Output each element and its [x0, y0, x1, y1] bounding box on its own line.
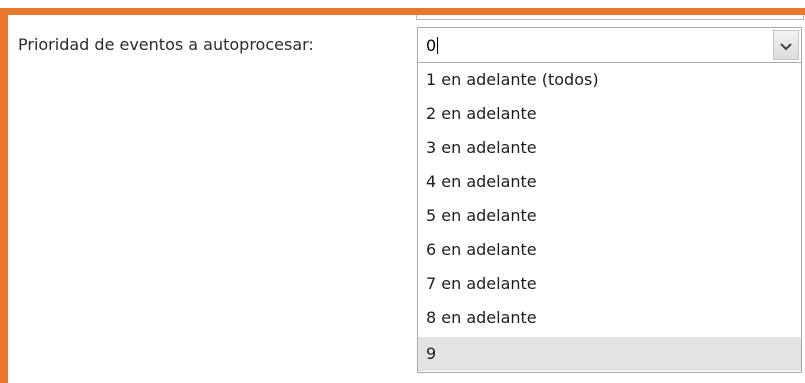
priority-options-list: 1 en adelante (todos) 2 en adelante 3 en…	[417, 63, 802, 373]
settings-panel: Prioridad de eventos a autoprocesar: 0 1…	[0, 0, 805, 383]
previous-field-edge	[416, 15, 804, 20]
option-2[interactable]: 2 en adelante	[418, 97, 801, 131]
option-5[interactable]: 5 en adelante	[418, 199, 801, 233]
panel-border-left	[0, 8, 8, 383]
option-9-highlighted[interactable]: 9	[418, 337, 801, 371]
option-7[interactable]: 7 en adelante	[418, 267, 801, 301]
panel-border-top	[0, 8, 805, 15]
option-3[interactable]: 3 en adelante	[418, 131, 801, 165]
option-4[interactable]: 4 en adelante	[418, 165, 801, 199]
chevron-down-icon	[780, 36, 792, 55]
dropdown-toggle-button[interactable]	[773, 30, 799, 60]
priority-select[interactable]: 0	[417, 27, 802, 63]
priority-label: Prioridad de eventos a autoprocesar:	[18, 35, 314, 54]
option-6[interactable]: 6 en adelante	[418, 233, 801, 267]
text-cursor	[437, 37, 439, 54]
option-8[interactable]: 8 en adelante	[418, 301, 801, 335]
option-1[interactable]: 1 en adelante (todos)	[418, 63, 801, 97]
priority-select-value[interactable]: 0	[426, 36, 439, 55]
